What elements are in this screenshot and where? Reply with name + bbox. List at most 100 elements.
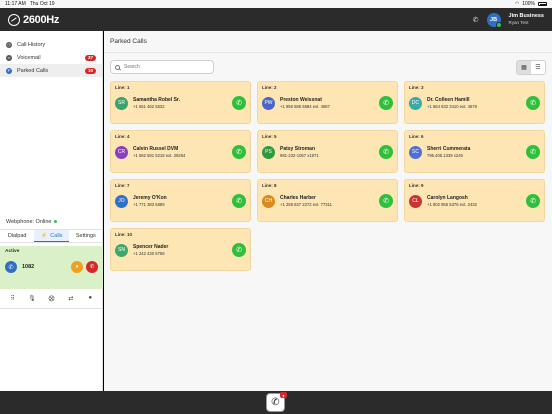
tab-label: Settings <box>75 233 96 239</box>
parked-line-label: Line: 10 <box>115 232 133 237</box>
caller-name: Preston Weissnat <box>280 96 322 103</box>
app-header: 2600Hz ✆ JB Jim Business Ryan Test <box>0 8 552 31</box>
caller-number: +1 802 855 5376 ext. 2432 <box>427 201 477 207</box>
pickup-call-button[interactable]: ✆ <box>379 145 393 159</box>
mute-video-icon[interactable]: ⨂ <box>46 295 56 302</box>
dock-badge-icon: ● <box>280 392 287 398</box>
pickup-call-button[interactable]: ✆ <box>526 145 540 159</box>
parked-call-card[interactable]: Line: 5 PS Patsy Stroman 981-232-1057 x1971… <box>257 130 398 173</box>
parked-call-card[interactable]: Line: 9 CL Carolyn Langosh +1 802 855 5376 … <box>404 179 545 222</box>
park-icon: P <box>6 67 12 74</box>
user-avatar[interactable]: JB <box>486 12 502 28</box>
caller-number: +1 771 383 5889 <box>133 201 165 207</box>
caller-avatar: SN <box>115 243 128 257</box>
pickup-call-button[interactable]: ✆ <box>232 96 246 110</box>
user-name: Jim Business <box>508 13 544 20</box>
parked-count-badge: 10 <box>84 67 96 74</box>
phone-icon: ✆ <box>5 261 17 273</box>
caller-number: +1 242 430 6756 <box>133 250 165 256</box>
park-call-icon[interactable]: ● <box>85 295 95 302</box>
caller-avatar: JO <box>115 194 128 208</box>
tab-label: Dialpad <box>7 233 27 239</box>
clock-icon: ◷ <box>6 41 12 48</box>
online-indicator-icon <box>54 220 58 223</box>
tab-dialpad[interactable]: Dialpad <box>0 230 34 242</box>
parked-call-card[interactable]: Line: 8 CH Charles Harber +1 259 637 2272 e… <box>257 179 398 222</box>
sidebar-item-parked-calls[interactable]: P Parked Calls 10 <box>0 64 102 77</box>
status-time: 11:17 AM <box>5 1 26 7</box>
sidebar-item-label: Parked Calls <box>17 67 49 74</box>
parked-line-label: Line: 7 <box>115 183 130 188</box>
caller-avatar: CH <box>262 194 275 208</box>
parked-call-card[interactable]: Line: 3 DC Dr. Colleen Hamill +1 664 632 34… <box>404 81 545 124</box>
toolbar: ▦ ☰ <box>110 60 546 75</box>
status-date: Thu Oct 19 <box>29 1 55 7</box>
parked-line-label: Line: 5 <box>262 134 277 139</box>
app-dock-icon[interactable]: ✆ ● <box>266 392 287 412</box>
parked-line-label: Line: 6 <box>409 134 424 139</box>
voicemail-count-badge: 37 <box>84 54 96 61</box>
webphone-tabs: Dialpad ⚡ Calls Settings <box>0 229 103 243</box>
pickup-call-button[interactable]: ✆ <box>379 96 393 110</box>
hold-button[interactable]: ⏸ <box>71 261 83 273</box>
caller-avatar: PW <box>262 96 275 110</box>
wifi-icon: ◠ <box>514 1 520 7</box>
caller-number: +1 259 637 2272 ext. 77311 <box>280 201 332 207</box>
pickup-call-button[interactable]: ✆ <box>526 194 540 208</box>
microphone-icon[interactable]: 🎙 <box>27 295 37 302</box>
call-controls: ⠿ 🎙 ⨂ ⇄ ● <box>0 289 103 309</box>
pickup-call-button[interactable]: ✆ <box>232 145 246 159</box>
parked-line-label: Line: 9 <box>409 183 424 188</box>
brand-name: 2600Hz <box>23 13 60 26</box>
caller-name: Sherri Cummerata <box>427 145 471 152</box>
caller-number: +1 956 585 5884 ext. 4687 <box>280 103 330 109</box>
parked-call-card[interactable]: Line: 1 SR Samantha Robel Sr. +1 661 462 55… <box>110 81 251 124</box>
sidebar-item-label: Call History <box>17 41 46 48</box>
caller-number: +1 582 591 5218 ext. 39284 <box>133 152 186 158</box>
voicemail-icon: ∞ <box>6 54 12 61</box>
caller-avatar: DC <box>409 96 422 110</box>
tab-settings[interactable]: Settings <box>69 230 103 242</box>
phone-icon[interactable]: ✆ <box>473 16 479 24</box>
sidebar-item-call-history[interactable]: ◷ Call History <box>0 38 102 51</box>
pickup-call-button[interactable]: ✆ <box>232 243 246 257</box>
active-call-panel: Active ✆ 1082 ⏸ ✆ <box>0 246 103 289</box>
caller-name: Samantha Robel Sr. <box>133 96 180 103</box>
caller-number: +1 664 632 3410 ext. 4678 <box>427 103 477 109</box>
parked-calls-grid: Line: 1 SR Samantha Robel Sr. +1 661 462 55… <box>110 81 546 271</box>
brand-logo-icon <box>8 13 20 26</box>
caller-avatar: SC <box>409 145 422 159</box>
search-box[interactable] <box>110 60 214 74</box>
tab-calls[interactable]: ⚡ Calls <box>34 230 69 242</box>
parked-call-card[interactable]: Line: 10 SN Spencer Nader +1 242 430 6756 ✆ <box>110 228 251 271</box>
list-view-icon[interactable]: ☰ <box>531 61 545 74</box>
search-input[interactable] <box>124 64 204 70</box>
pickup-call-button[interactable]: ✆ <box>526 96 540 110</box>
sidebar-item-voicemail[interactable]: ∞ Voicemail 37 <box>0 51 102 64</box>
caller-avatar: CL <box>409 194 422 208</box>
caller-avatar: PS <box>262 145 275 159</box>
parked-line-label: Line: 3 <box>409 85 424 90</box>
page-title: Parked Calls <box>104 31 552 53</box>
hangup-button[interactable]: ✆ <box>86 261 98 273</box>
caller-name: Dr. Colleen Hamill <box>427 96 470 103</box>
ios-status-bar: 11:17 AM Thu Oct 19 ◠ 100% <box>0 0 552 8</box>
active-call-label: Active <box>5 249 20 254</box>
parked-call-card[interactable]: Line: 7 JO Jeremy O'Kon +1 771 383 5889 ✆ <box>110 179 251 222</box>
transfer-icon[interactable]: ⇄ <box>66 295 76 302</box>
parked-call-card[interactable]: Line: 4 CR Calvin Russel DVM +1 582 591 521… <box>110 130 251 173</box>
parked-line-label: Line: 1 <box>115 85 130 90</box>
caller-name: Spencer Nader <box>133 243 169 250</box>
pickup-call-button[interactable]: ✆ <box>379 194 393 208</box>
webphone-panel: Webphone: Online Dialpad ⚡ Calls Setting… <box>0 217 103 309</box>
caller-avatar: CR <box>115 145 128 159</box>
parked-call-card[interactable]: Line: 2 PW Preston Weissnat +1 956 585 5884… <box>257 81 398 124</box>
pickup-call-button[interactable]: ✆ <box>232 194 246 208</box>
brand-logo: 2600Hz <box>8 13 60 26</box>
user-initials: JB <box>490 16 498 23</box>
active-call-extension: 1082 <box>22 264 35 270</box>
user-info[interactable]: Jim Business Ryan Test <box>509 13 544 26</box>
parked-call-card[interactable]: Line: 6 SC Sherri Cummerata 795.405.1339 x2… <box>404 130 545 173</box>
grid-view-icon[interactable]: ▦ <box>517 61 531 74</box>
dialpad-icon[interactable]: ⠿ <box>8 295 18 302</box>
